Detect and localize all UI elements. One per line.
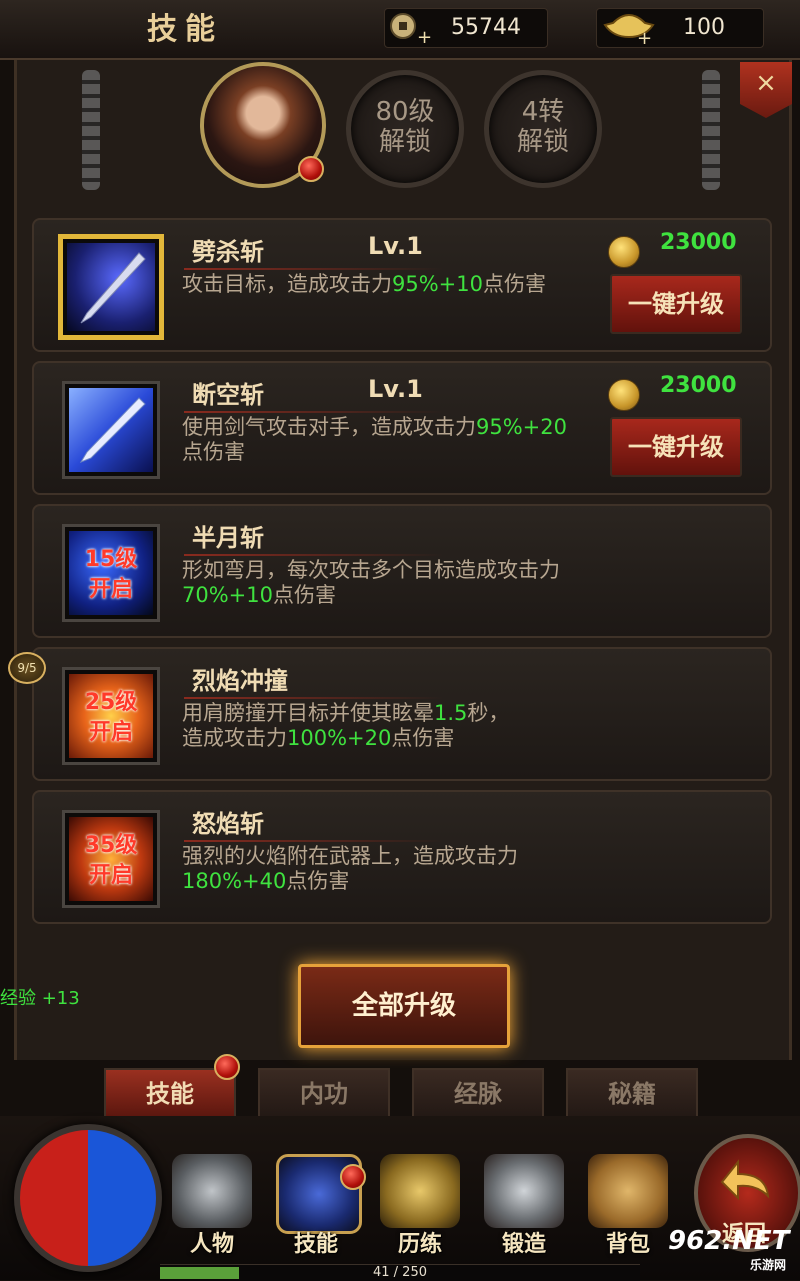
locked-slot-80[interactable]: 80级 解锁	[346, 70, 464, 188]
gold-amount: 100	[683, 15, 725, 40]
dock-label: 锻造	[501, 1232, 546, 1257]
divider	[184, 268, 444, 270]
skill-name: 烈焰冲撞	[192, 667, 288, 695]
skill-card[interactable]: 15级 开启 半月斩 形如弯月，每次攻击多个目标造成攻击力70%+10点伤害	[32, 504, 772, 638]
divider	[184, 697, 444, 699]
dock-label: 背包	[605, 1232, 650, 1257]
copper-currency: + 55744	[384, 8, 548, 48]
skill-icon-void-slash[interactable]	[62, 381, 160, 479]
gold-coin-icon	[608, 379, 640, 411]
gold-coin-icon	[608, 236, 640, 268]
copper-amount: 55744	[451, 15, 521, 40]
dock-forge[interactable]: 锻造	[474, 1150, 574, 1262]
watermark: 962.NET 乐游网	[668, 1226, 790, 1272]
skill-name: 劈杀斩	[192, 238, 264, 266]
dock-label: 历练	[397, 1232, 442, 1257]
svg-text:+: +	[637, 28, 652, 45]
upgrade-button[interactable]: 一键升级	[610, 274, 742, 334]
dock-training[interactable]: 历练	[370, 1150, 470, 1262]
back-arrow-icon	[720, 1159, 770, 1201]
unlock-level: 4转	[521, 97, 565, 127]
divider	[184, 554, 444, 556]
skill-name: 断空斩	[192, 381, 264, 409]
skill-description: 形如弯月，每次攻击多个目标造成攻击力70%+10点伤害	[182, 558, 560, 607]
notification-dot	[214, 1054, 240, 1080]
divider	[184, 411, 444, 413]
skill-level: Lv.1	[368, 375, 423, 403]
locked-slot-rebirth[interactable]: 4转 解锁	[484, 70, 602, 188]
chain-decoration-left	[82, 70, 100, 190]
skill-icon-flame-charge-locked[interactable]: 25级 开启	[62, 667, 160, 765]
armor-icon	[380, 1154, 460, 1228]
skill-card[interactable]: 25级 开启 烈焰冲撞 用肩膀撞开目标并使其眩晕1.5秒， 造成攻击力100%+20…	[32, 647, 772, 781]
dock-label: 技能	[293, 1232, 338, 1257]
backpack-icon	[588, 1154, 668, 1228]
unlock-label: 解锁	[378, 127, 431, 157]
helmet-icon	[172, 1154, 252, 1228]
experience-progress-bar: 41 / 250	[160, 1264, 640, 1281]
tab-skills[interactable]: 技能	[104, 1068, 236, 1120]
chain-decoration-right	[702, 70, 720, 190]
exp-gain-text: 经验 +13	[0, 988, 80, 1009]
skill-card[interactable]: 劈杀斩 Lv.1 攻击目标，造成攻击力95%+10点伤害 23000 一键升级	[32, 218, 772, 352]
skill-name: 怒焰斩	[192, 810, 264, 838]
page-title: 技能	[147, 12, 223, 47]
upgrade-cost: 23000	[660, 230, 737, 255]
skill-card[interactable]: 35级 开启 怒焰斩 强烈的火焰附在武器上，造成攻击力180%+40点伤害	[32, 790, 772, 924]
skill-description: 使用剑气攻击对手，造成攻击力95%+20点伤害	[182, 415, 567, 464]
tab-secret-books[interactable]: 秘籍	[566, 1068, 698, 1120]
skill-level: Lv.1	[368, 232, 423, 260]
skill-description: 攻击目标，造成攻击力95%+10点伤害	[182, 272, 546, 296]
skill-icon-slash[interactable]	[58, 234, 164, 340]
gold-currency: + 100	[596, 8, 764, 49]
gold-ingot-icon[interactable]: +	[601, 11, 657, 49]
anvil-hammer-icon	[484, 1154, 564, 1228]
dock-label: 人物	[189, 1232, 234, 1257]
upgrade-all-button[interactable]: 全部升级	[298, 964, 510, 1048]
skill-description: 强烈的火焰附在武器上，造成攻击力180%+40点伤害	[182, 844, 518, 893]
yin-yang-orb-icon[interactable]	[14, 1124, 162, 1272]
divider	[184, 840, 444, 842]
skill-description: 用肩膀撞开目标并使其眩晕1.5秒， 造成攻击力100%+20点伤害	[182, 701, 510, 750]
tab-meridians[interactable]: 经脉	[412, 1068, 544, 1120]
side-quest-badge[interactable]: 9/5	[8, 652, 46, 684]
upgrade-button[interactable]: 一键升级	[610, 417, 742, 477]
unlock-label: 解锁	[516, 127, 569, 157]
skill-card[interactable]: 断空斩 Lv.1 使用剑气攻击对手，造成攻击力95%+20点伤害 23000 一…	[32, 361, 772, 495]
notification-dot	[298, 156, 324, 182]
upgrade-cost: 23000	[660, 373, 737, 398]
skill-name: 半月斩	[192, 524, 264, 552]
tab-internal-power[interactable]: 内功	[258, 1068, 390, 1120]
lock-requirement: 35级 开启	[84, 833, 138, 888]
dock-backpack[interactable]: 背包	[578, 1150, 678, 1262]
skill-icon-half-moon-locked[interactable]: 15级 开启	[62, 524, 160, 622]
svg-text:+: +	[417, 27, 431, 45]
lock-requirement: 15级 开启	[84, 547, 138, 602]
notification-dot	[340, 1164, 366, 1190]
progress-text: 41 / 250	[373, 1265, 427, 1280]
skill-icon-rage-flame-locked[interactable]: 35级 开启	[62, 810, 160, 908]
copper-coin-icon[interactable]: +	[387, 11, 432, 48]
dock-character[interactable]: 人物	[162, 1150, 262, 1262]
lock-requirement: 25级 开启	[84, 690, 138, 745]
unlock-level: 80级	[375, 97, 435, 127]
